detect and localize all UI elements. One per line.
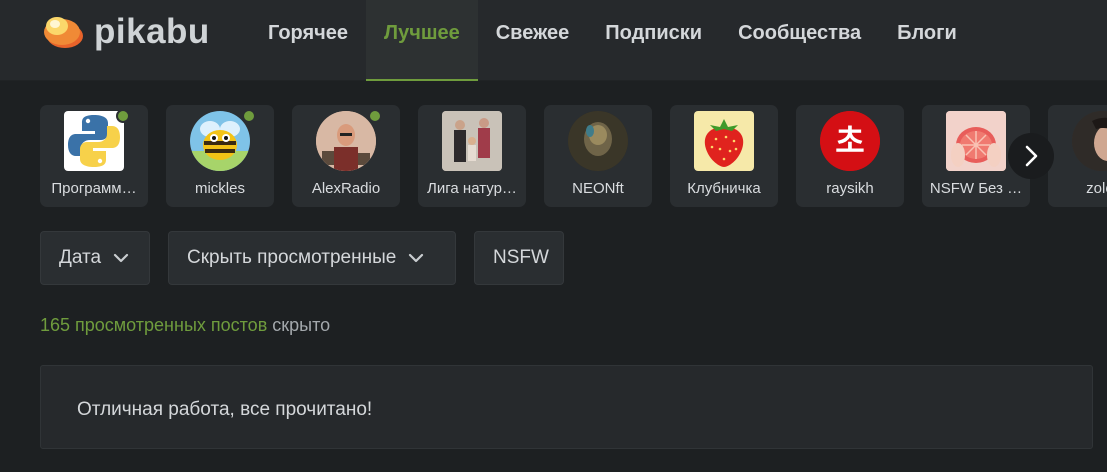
svg-text:초: 초: [835, 122, 864, 160]
date-filter-label: Дата: [59, 247, 102, 268]
nav-subscriptions[interactable]: Подписки: [587, 0, 720, 81]
portrait-avatar-icon: [1072, 111, 1107, 171]
community-name: mickles: [194, 180, 245, 197]
all-read-box: Отличная работа, все прочитано!: [40, 365, 1093, 449]
community-card-alexradio[interactable]: AlexRadio: [292, 105, 400, 207]
online-indicator: [116, 109, 130, 123]
community-name: NSFW Без …: [929, 180, 1023, 197]
chevron-down-icon: [113, 253, 129, 263]
dark-portrait-avatar-icon: [568, 111, 628, 171]
community-card-zolot[interactable]: zolot: [1048, 105, 1107, 207]
chevron-right-icon: [1025, 145, 1038, 167]
community-name: zolot: [1086, 180, 1107, 197]
python-logo-icon: [64, 111, 124, 171]
bee-avatar-icon: [190, 111, 250, 171]
subscriptions-strip: Программ… mickles AlexRadio Лига натур… …: [40, 105, 1107, 207]
date-filter-dropdown[interactable]: Дата: [40, 231, 150, 285]
hidden-posts-link[interactable]: 165 просмотренных постов: [40, 315, 267, 335]
community-name: Программ…: [51, 180, 137, 197]
nsfw-label: NSFW: [493, 247, 549, 268]
man-photo-avatar-icon: [316, 111, 376, 171]
hide-viewed-label: Скрыть просмотренные: [187, 247, 397, 268]
main-nav: Горячее Лучшее Свежее Подписки Сообществ…: [250, 0, 975, 81]
nsfw-toggle-button[interactable]: NSFW: [474, 231, 564, 285]
nav-best[interactable]: Лучшее: [366, 0, 478, 81]
online-indicator: [368, 109, 382, 123]
logo-text: pikabu: [94, 12, 210, 51]
pikabu-logo[interactable]: pikabu: [40, 12, 210, 52]
community-card-naturalists[interactable]: Лига натур…: [418, 105, 526, 207]
hidden-posts-suffix: скрыто: [267, 315, 331, 335]
community-card-strawberry[interactable]: Клубничка: [670, 105, 778, 207]
community-name: raysikh: [826, 180, 874, 197]
community-card-raysikh[interactable]: 초 raysikh: [796, 105, 904, 207]
online-indicator: [242, 109, 256, 123]
community-name: AlexRadio: [311, 180, 381, 197]
all-read-message: Отличная работа, все прочитано!: [77, 399, 373, 420]
community-card-programming[interactable]: Программ…: [40, 105, 148, 207]
nav-fresh[interactable]: Свежее: [478, 0, 588, 81]
community-name: Клубничка: [687, 180, 761, 197]
chevron-down-icon: [409, 253, 424, 263]
community-card-neonft[interactable]: NEONft: [544, 105, 652, 207]
strip-next-button[interactable]: [1008, 133, 1054, 179]
pikabu-logo-icon: [44, 17, 83, 48]
community-name: Лига натур…: [427, 180, 517, 197]
korean-char-badge-icon: 초: [820, 111, 880, 171]
community-card-mickles[interactable]: mickles: [166, 105, 274, 207]
nav-communities[interactable]: Сообщества: [720, 0, 879, 81]
grapefruit-avatar-icon: [946, 111, 1006, 171]
strawberry-icon: [694, 111, 754, 171]
nav-blogs[interactable]: Блоги: [879, 0, 975, 81]
hide-viewed-dropdown[interactable]: Скрыть просмотренные: [168, 231, 456, 285]
community-name: NEONft: [572, 180, 624, 197]
top-header: pikabu Горячее Лучшее Свежее Подписки Со…: [0, 0, 1107, 81]
family-photo-avatar-icon: [442, 111, 502, 171]
nav-hot[interactable]: Горячее: [250, 0, 366, 81]
hidden-posts-info: 165 просмотренных постов скрыто: [40, 315, 330, 336]
